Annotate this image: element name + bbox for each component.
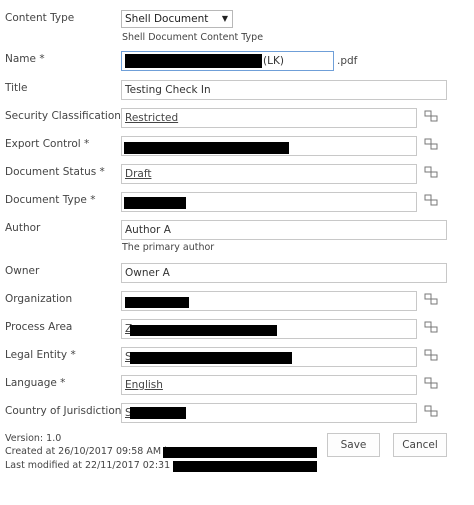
taxonomy-picker-icon[interactable]	[424, 405, 438, 417]
redacted-export-control	[124, 142, 289, 154]
content-type-select[interactable]: Shell Document ▼	[121, 10, 233, 28]
taxonomy-picker-icon[interactable]	[424, 166, 438, 178]
taxonomy-picker-icon[interactable]	[424, 293, 438, 305]
security-classification-value: Restricted	[125, 112, 179, 124]
redacted-organization	[125, 297, 189, 308]
name-label: Name *	[5, 53, 45, 65]
redacted-process-area	[130, 325, 277, 336]
created-text: Created at 26/10/2017 09:58 AM by	[5, 446, 176, 457]
redacted-name	[125, 54, 262, 68]
language-value: English	[125, 379, 163, 391]
language-label: Language *	[5, 377, 66, 389]
redacted-country	[130, 407, 186, 419]
security-classification-label: Security Classification *	[5, 110, 130, 122]
owner-label: Owner	[5, 265, 40, 277]
author-input[interactable]: Author A	[121, 220, 447, 240]
content-type-caption: Shell Document Content Type	[122, 32, 264, 43]
title-label: Title	[5, 82, 28, 94]
content-type-value: Shell Document	[125, 13, 209, 25]
taxonomy-picker-icon[interactable]	[424, 110, 438, 122]
document-type-label: Document Type *	[5, 194, 96, 206]
process-area-label: Process Area	[5, 321, 73, 333]
security-classification-input[interactable]: Restricted	[121, 108, 417, 128]
taxonomy-picker-icon[interactable]	[424, 321, 438, 333]
author-label: Author	[5, 222, 41, 234]
redacted-legal-entity	[130, 352, 292, 364]
redacted-created-by	[163, 447, 317, 458]
document-status-value: Draft	[125, 168, 152, 180]
taxonomy-picker-icon[interactable]	[424, 377, 438, 389]
save-button[interactable]: Save	[327, 433, 380, 457]
document-status-input[interactable]: Draft	[121, 164, 417, 184]
cancel-button[interactable]: Cancel	[393, 433, 447, 457]
export-control-label: Export Control *	[5, 138, 90, 150]
redacted-document-type	[124, 197, 186, 209]
author-caption: The primary author	[122, 242, 215, 253]
file-extension: .pdf	[337, 55, 358, 67]
taxonomy-picker-icon[interactable]	[424, 138, 438, 150]
modified-text: Last modified at 22/11/2017 02:31 AM	[5, 460, 188, 471]
country-of-jurisdiction-label: Country of Jurisdiction *	[5, 405, 131, 417]
content-type-label: Content Type	[5, 12, 75, 24]
title-input[interactable]: Testing Check In	[121, 80, 447, 100]
version-text: Version: 1.0	[5, 433, 62, 444]
organization-label: Organization	[5, 293, 73, 305]
dropdown-arrow-icon: ▼	[221, 14, 228, 23]
taxonomy-picker-icon[interactable]	[424, 349, 438, 361]
legal-entity-label: Legal Entity *	[5, 349, 76, 361]
document-status-label: Document Status *	[5, 166, 105, 178]
language-input[interactable]: English	[121, 375, 417, 395]
taxonomy-picker-icon[interactable]	[424, 194, 438, 206]
name-suffix: (LK)	[263, 55, 284, 67]
owner-input[interactable]: Owner A	[121, 263, 447, 283]
redacted-modified-by	[173, 461, 317, 472]
